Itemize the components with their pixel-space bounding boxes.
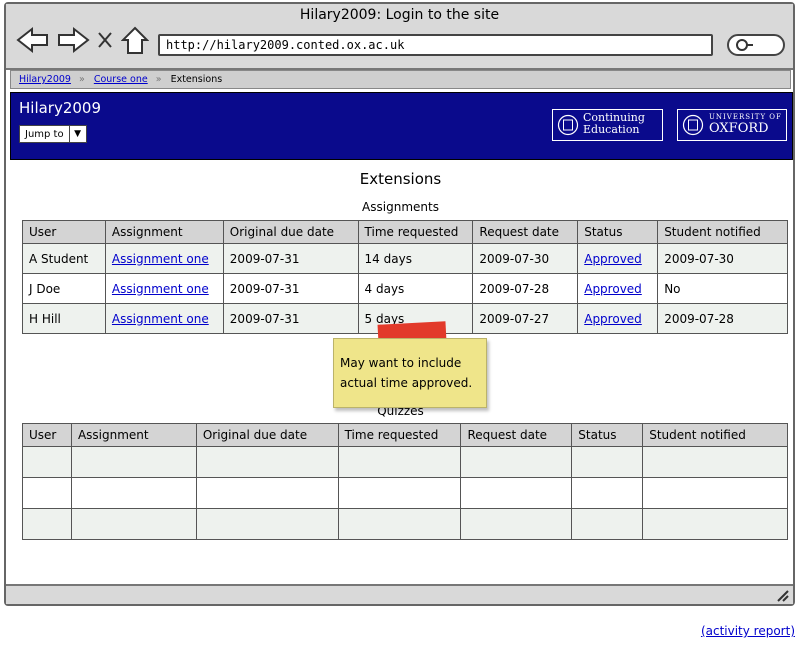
search-box[interactable]: [727, 34, 785, 56]
column-header: Time requested: [357, 220, 474, 244]
site-header: Hilary2009 Jump to ▼ Continuing Educatio…: [10, 92, 793, 160]
column-header: Original due date: [195, 423, 339, 447]
table-row: J Doe Assignment one 2009-07-31 4 days 2…: [22, 273, 788, 304]
sticky-note: May want to include actual time approved…: [333, 338, 487, 408]
activity-report-link-container: (activity report): [701, 624, 795, 638]
status-bar: [6, 584, 793, 604]
breadcrumb-separator-icon: »: [78, 74, 85, 85]
assignment-link[interactable]: Assignment one: [112, 282, 209, 296]
sticky-note-line: May want to include: [340, 356, 462, 370]
cell-assignment: Assignment one: [104, 273, 224, 304]
cell-request-date: 2009-07-28: [472, 273, 579, 304]
window-title: Hilary2009: Login to the site: [299, 7, 500, 23]
table-row: [22, 446, 788, 478]
cell-student-notified: 2009-07-30: [657, 243, 788, 274]
cell-assignment: Assignment one: [104, 243, 224, 274]
url-input[interactable]: http://hilary2009.conted.ox.ac.uk: [158, 34, 713, 56]
breadcrumb-link-site[interactable]: Hilary2009: [19, 74, 71, 85]
column-header: Student notified: [657, 220, 788, 244]
assignment-link[interactable]: Assignment one: [112, 312, 209, 326]
status-link[interactable]: Approved: [584, 282, 642, 296]
column-header: Assignment: [104, 220, 224, 244]
site-name: Hilary2009: [19, 99, 102, 117]
browser-toolbar: Hilary2009: Login to the site http://hil…: [6, 4, 793, 70]
forward-arrow-icon[interactable]: [56, 26, 90, 54]
cell-due-date: 2009-07-31: [222, 243, 359, 274]
cell-request-date: 2009-07-27: [472, 303, 579, 334]
column-header: Status: [577, 220, 659, 244]
column-header: Student notified: [642, 423, 788, 447]
oxford-logo: UNIVERSITY OF OXFORD: [677, 109, 787, 141]
table-row: [22, 477, 788, 509]
page-title: Extensions: [359, 170, 442, 188]
breadcrumb-separator-icon: »: [155, 74, 162, 85]
cell-time-requested: 4 days: [357, 273, 474, 304]
column-header: Time requested: [337, 423, 462, 447]
cell-user: A Student: [22, 243, 106, 274]
jump-to-label: Jump to: [25, 129, 64, 140]
crest-icon: [557, 114, 579, 136]
breadcrumb-link-course[interactable]: Course one: [94, 74, 148, 85]
column-header: Status: [571, 423, 644, 447]
conted-logo-text-2: Education: [583, 123, 640, 136]
column-header: Request date: [460, 423, 573, 447]
continuing-education-logo: Continuing Education: [552, 109, 663, 141]
crest-icon: [682, 114, 704, 136]
assignments-table: User Assignment Original due date Time r…: [22, 220, 788, 334]
status-link[interactable]: Approved: [584, 252, 642, 266]
cell-request-date: 2009-07-30: [472, 243, 579, 274]
breadcrumb-current: Extensions: [170, 74, 223, 85]
table-header-row: User Assignment Original due date Time r…: [22, 423, 788, 447]
back-arrow-icon[interactable]: [16, 26, 50, 54]
assignments-heading: Assignments: [362, 200, 439, 214]
chevron-down-icon: ▼: [68, 126, 86, 142]
activity-report-link[interactable]: (activity report): [701, 624, 795, 638]
home-icon[interactable]: [121, 26, 149, 56]
status-link[interactable]: Approved: [584, 312, 642, 326]
table-row: A Student Assignment one 2009-07-31 14 d…: [22, 243, 788, 274]
search-icon: [736, 39, 753, 51]
cell-due-date: 2009-07-31: [222, 273, 359, 304]
jump-to-select[interactable]: Jump to ▼: [19, 125, 87, 143]
assignment-link[interactable]: Assignment one: [112, 252, 209, 266]
oxford-logo-text-1: UNIVERSITY OF: [709, 113, 782, 121]
sticky-note-line: actual time approved.: [340, 376, 473, 390]
cell-student-notified: No: [657, 273, 788, 304]
cell-student-notified: 2009-07-28: [657, 303, 788, 334]
oxford-logo-text-2: OXFORD: [709, 121, 769, 136]
column-header: Assignment: [70, 423, 197, 447]
cell-status: Approved: [577, 273, 659, 304]
stop-x-icon[interactable]: [96, 30, 114, 50]
quizzes-table: User Assignment Original due date Time r…: [22, 423, 788, 540]
table-header-row: User Assignment Original due date Time r…: [22, 220, 788, 244]
browser-window: Hilary2009: Login to the site http://hil…: [4, 2, 795, 606]
column-header: User: [22, 423, 72, 447]
breadcrumb: Hilary2009 » Course one » Extensions: [10, 70, 791, 89]
cell-time-requested: 14 days: [357, 243, 474, 274]
column-header: User: [22, 220, 106, 244]
cell-status: Approved: [577, 303, 659, 334]
cell-user: J Doe: [22, 273, 106, 304]
cell-due-date: 2009-07-31: [222, 303, 359, 334]
column-header: Request date: [472, 220, 579, 244]
table-row: [22, 508, 788, 540]
cell-user: H Hill: [22, 303, 106, 334]
column-header: Original due date: [222, 220, 359, 244]
cell-assignment: Assignment one: [104, 303, 224, 334]
cell-status: Approved: [577, 243, 659, 274]
resize-grip-icon[interactable]: [775, 588, 789, 602]
